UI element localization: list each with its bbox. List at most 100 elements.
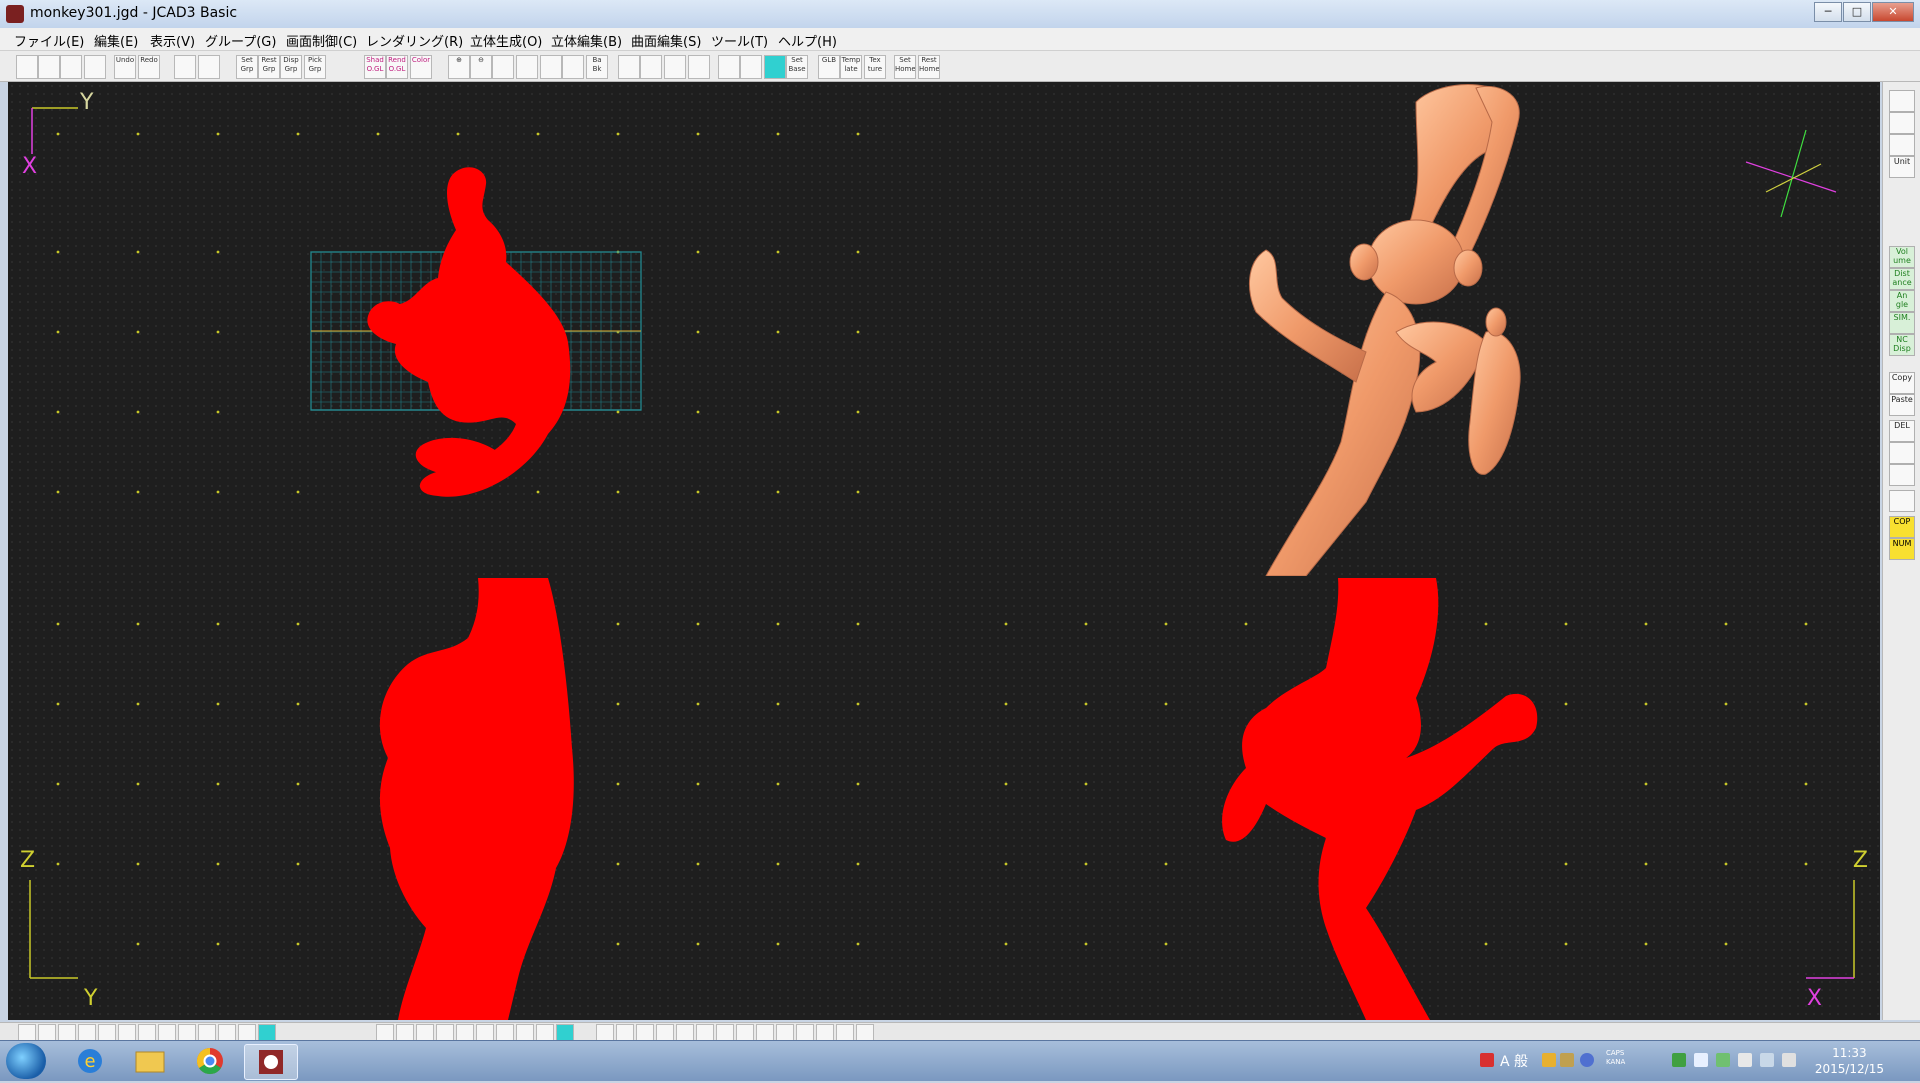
- viewport-top[interactable]: Y X: [8, 82, 944, 576]
- clock[interactable]: 11:33 2015/12/15: [1815, 1045, 1884, 1077]
- minimize-button[interactable]: ─: [1814, 2, 1842, 22]
- glb-button[interactable]: GLB: [818, 55, 840, 79]
- tree-icon[interactable]: [1889, 490, 1915, 512]
- frame-icon[interactable]: [174, 55, 196, 79]
- cmd-icon[interactable]: [596, 1024, 614, 1041]
- help-icon[interactable]: [1580, 1053, 1594, 1067]
- menu-tools[interactable]: ツール(T): [711, 31, 768, 50]
- viewport-perspective[interactable]: [946, 82, 1880, 576]
- back-button[interactable]: Ba Bk: [586, 55, 608, 79]
- network-icon[interactable]: [1760, 1053, 1774, 1067]
- cmd-icon[interactable]: [98, 1024, 116, 1041]
- grid-icon[interactable]: [198, 55, 220, 79]
- set-base-button[interactable]: Set Base: [786, 55, 808, 79]
- menu-solid-edit[interactable]: 立体編集(B): [551, 31, 622, 50]
- zoom-out-icon[interactable]: ⊖: [470, 55, 492, 79]
- cmd-icon[interactable]: [816, 1024, 834, 1041]
- texture-button[interactable]: Tex ture: [864, 55, 886, 79]
- new-file-icon[interactable]: [16, 55, 38, 79]
- cmd-icon[interactable]: [656, 1024, 674, 1041]
- viewport-side[interactable]: Z X: [946, 578, 1880, 1020]
- shade-opengl-button[interactable]: Shad O.GL: [364, 55, 386, 79]
- volume-icon[interactable]: [1782, 1053, 1796, 1067]
- cmd-icon[interactable]: [756, 1024, 774, 1041]
- jcad3-taskbar-icon[interactable]: [244, 1044, 298, 1080]
- grid-toggle3-icon[interactable]: [764, 55, 786, 79]
- cmd-icon[interactable]: [516, 1024, 534, 1041]
- cmd-icon[interactable]: [258, 1024, 276, 1041]
- distance-button[interactable]: Dist ance: [1889, 268, 1915, 290]
- menu-screen-control[interactable]: 画面制御(C): [286, 31, 357, 50]
- angle-button[interactable]: An gle: [1889, 290, 1915, 312]
- paste-button[interactable]: Paste: [1889, 394, 1915, 416]
- menu-rendering[interactable]: レンダリング(R): [366, 31, 463, 50]
- pick-group-button[interactable]: Pick Grp: [304, 55, 326, 79]
- start-button[interactable]: [6, 1043, 46, 1079]
- pan-hand-icon[interactable]: [562, 55, 584, 79]
- edit-icon-1[interactable]: [1889, 442, 1915, 464]
- volume-button[interactable]: Vol ume: [1889, 246, 1915, 268]
- cmd-icon[interactable]: [636, 1024, 654, 1041]
- tray-alert-icon[interactable]: [1480, 1053, 1494, 1067]
- cmd-icon[interactable]: [676, 1024, 694, 1041]
- cmd-icon[interactable]: [456, 1024, 474, 1041]
- maximize-button[interactable]: □: [1843, 2, 1871, 22]
- cmd-icon[interactable]: [38, 1024, 56, 1041]
- copy-button[interactable]: Copy: [1889, 372, 1915, 394]
- cmd-icon[interactable]: [836, 1024, 854, 1041]
- cmd-icon[interactable]: [436, 1024, 454, 1041]
- cmd-icon[interactable]: [616, 1024, 634, 1041]
- nc-disp-button[interactable]: NC Disp: [1889, 334, 1915, 356]
- cmd-icon[interactable]: [416, 1024, 434, 1041]
- cmd-icon[interactable]: [158, 1024, 176, 1041]
- template-button[interactable]: Temp late: [840, 55, 862, 79]
- cmd-icon[interactable]: [536, 1024, 554, 1041]
- menu-solid-create[interactable]: 立体生成(O): [470, 31, 542, 50]
- zoom-window2-icon[interactable]: [540, 55, 562, 79]
- view-icon-3[interactable]: [1889, 134, 1915, 156]
- cmd-icon[interactable]: [178, 1024, 196, 1041]
- zoom-window-icon[interactable]: [516, 55, 538, 79]
- menu-surface-edit[interactable]: 曲面編集(S): [631, 31, 701, 50]
- zoom-fit-icon[interactable]: [492, 55, 514, 79]
- grid-toggle1-icon[interactable]: [718, 55, 740, 79]
- delete-button[interactable]: DEL: [1889, 420, 1915, 442]
- undo-button[interactable]: Undo: [114, 55, 136, 79]
- cmd-icon[interactable]: [138, 1024, 156, 1041]
- flag-icon[interactable]: [1738, 1053, 1752, 1067]
- tray-icon[interactable]: [1716, 1053, 1730, 1067]
- cmd-icon[interactable]: [736, 1024, 754, 1041]
- menu-group[interactable]: グループ(G): [205, 31, 276, 50]
- zoom-region4-icon[interactable]: [688, 55, 710, 79]
- cmd-icon[interactable]: [18, 1024, 36, 1041]
- menu-file[interactable]: ファイル(E): [14, 31, 84, 50]
- cmd-icon[interactable]: [496, 1024, 514, 1041]
- tray-icon[interactable]: [1672, 1053, 1686, 1067]
- render-opengl-button[interactable]: Rend O.GL: [386, 55, 408, 79]
- rest-home-button[interactable]: Rest Home: [918, 55, 940, 79]
- rest-group-button[interactable]: Rest Grp: [258, 55, 280, 79]
- cmd-icon[interactable]: [696, 1024, 714, 1041]
- cop-button[interactable]: COP: [1889, 516, 1915, 538]
- windows-icon[interactable]: [1694, 1053, 1708, 1067]
- menu-view[interactable]: 表示(V): [150, 31, 195, 50]
- set-group-button[interactable]: Set Grp: [236, 55, 258, 79]
- internet-explorer-icon[interactable]: e: [64, 1044, 116, 1078]
- view-icon-2[interactable]: [1889, 112, 1915, 134]
- cmd-icon[interactable]: [776, 1024, 794, 1041]
- redo-button[interactable]: Redo: [138, 55, 160, 79]
- cmd-icon[interactable]: [376, 1024, 394, 1041]
- print-icon[interactable]: [84, 55, 106, 79]
- open-file-icon[interactable]: [38, 55, 60, 79]
- save-icon[interactable]: [60, 55, 82, 79]
- file-explorer-icon[interactable]: [124, 1044, 176, 1078]
- sim-button[interactable]: SIM.: [1889, 312, 1915, 334]
- menu-edit[interactable]: 編集(E): [94, 31, 138, 50]
- tray-icon[interactable]: [1560, 1053, 1574, 1067]
- unit-button[interactable]: Unit: [1889, 156, 1915, 178]
- ime-indicator[interactable]: A 般: [1500, 1051, 1528, 1071]
- cmd-icon[interactable]: [856, 1024, 874, 1041]
- tray-icon[interactable]: [1542, 1053, 1556, 1067]
- cmd-icon[interactable]: [198, 1024, 216, 1041]
- cmd-icon[interactable]: [118, 1024, 136, 1041]
